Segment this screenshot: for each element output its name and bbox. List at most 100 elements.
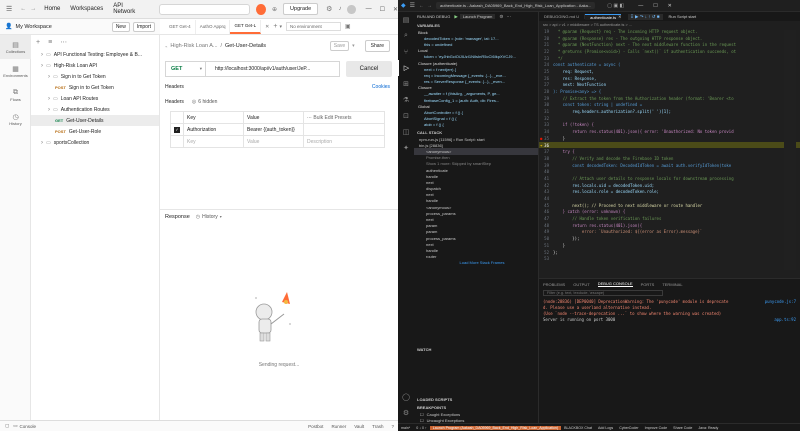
tree-item[interactable]: › ▭ Sign in to Get Token	[31, 71, 159, 82]
settings-icon[interactable]: ⚙	[499, 14, 503, 20]
save-dropdown-icon[interactable]: ▾	[352, 43, 355, 49]
hidden-headers-toggle[interactable]: 6 hidden	[198, 99, 217, 105]
environment-select[interactable]: No environment	[285, 22, 341, 31]
editor-breadcrumb[interactable]: src > api > v1 > middleware > TS authent…	[539, 21, 800, 28]
watch-section-header[interactable]: WATCH	[414, 345, 539, 353]
new-button[interactable]: New	[111, 21, 130, 32]
console-button[interactable]: Console	[20, 424, 309, 429]
nav-api-network[interactable]: API Network	[113, 3, 143, 15]
status-item[interactable]: Share Code	[670, 426, 695, 430]
rail-history[interactable]: ◷ History	[0, 107, 31, 131]
enabled-checkbox[interactable]: ✓	[174, 126, 180, 133]
more-icon[interactable]: ⋯	[307, 115, 312, 121]
cancel-button[interactable]: Cancel	[346, 61, 392, 77]
help-icon[interactable]: ?	[391, 424, 394, 429]
bulk-edit-button[interactable]: Bulk Edit	[313, 115, 333, 121]
save-button[interactable]: Save	[329, 41, 350, 51]
layout-icons[interactable]: ▢ ▣ ◧	[607, 3, 624, 9]
start-debugging-icon[interactable]: ▶	[454, 14, 457, 20]
new-description-cell[interactable]: Description	[303, 135, 385, 148]
vault-button[interactable]: Vault	[354, 424, 364, 429]
more-icon[interactable]: ⋯	[506, 14, 511, 20]
rail-flows[interactable]: ⧉ Flows	[0, 83, 31, 107]
manage-gear-icon[interactable]: ⚙	[398, 405, 414, 421]
maximize-icon[interactable]: ☐	[380, 6, 385, 13]
nav-workspaces[interactable]: Workspaces	[70, 6, 103, 12]
command-center[interactable]: authenticate.ts - Aakash_DA05969_Back_En…	[436, 2, 596, 9]
tabs-overflow-icon[interactable]: ▾	[279, 24, 282, 30]
breadcrumb-parent[interactable]: High-Risk Loan A...	[170, 43, 217, 49]
tree-item[interactable]: POST Get-User-Role	[31, 126, 159, 137]
url-input[interactable]: http://localhost:3000/api/v1/auth/user/J…	[205, 61, 340, 77]
panel-tab[interactable]: PROBLEMS	[543, 282, 565, 287]
avatar[interactable]	[347, 4, 356, 14]
nav-back-icon[interactable]: ←	[419, 3, 424, 9]
tree-item[interactable]: › ▭ Loan API Routes	[31, 93, 159, 104]
run-debug-icon[interactable]: ▷	[398, 60, 414, 76]
code-view[interactable]: 19 * @param {Request} req - The incoming…	[539, 28, 800, 262]
tab-debugging-md[interactable]: DEBUGGING.md U	[539, 14, 586, 19]
status-item[interactable]: Add Logs	[595, 426, 616, 430]
console-filter-input[interactable]: Filter (e.g. text, !exclude, \escape)	[543, 290, 663, 296]
remote-icon[interactable]: ⊡	[398, 108, 414, 124]
header-key-cell[interactable]: Authorization	[183, 123, 244, 136]
add-icon[interactable]: +	[36, 39, 40, 46]
nav-home[interactable]: Home	[44, 6, 60, 12]
header-value-cell[interactable]: Bearer {{auth_token}}	[243, 123, 304, 136]
launch-config-select[interactable]: Launch Program	[459, 14, 496, 19]
response-history-button[interactable]: History	[202, 214, 218, 220]
invite-icon[interactable]: ⊕	[272, 6, 277, 13]
headers-tab[interactable]: Headers	[165, 99, 184, 105]
back-arrow-icon[interactable]: ←	[20, 6, 26, 12]
testing-icon[interactable]: ⚗	[398, 92, 414, 108]
menu-icon[interactable]: ☰	[6, 5, 12, 13]
presets-button[interactable]: Presets	[335, 115, 352, 121]
status-item[interactable]: Java: Ready	[695, 426, 721, 430]
share-button[interactable]: Share	[364, 40, 390, 52]
tab-close-icon[interactable]: ✕	[265, 24, 269, 30]
trash-button[interactable]: Trash	[372, 424, 383, 429]
explorer-icon[interactable]: ▤	[398, 12, 414, 28]
status-item[interactable]: Improve Code	[642, 426, 671, 430]
variables-section-header[interactable]: VARIABLES	[414, 21, 538, 29]
notification-bell-icon[interactable]: ♪	[338, 6, 341, 12]
status-item[interactable]: Launch Program (Aakash_DA05969_Back_End_…	[429, 425, 562, 430]
panel-tab[interactable]: DEBUG CONSOLE	[597, 281, 633, 287]
tree-item[interactable]: › ▭ Authentication Routes	[31, 104, 159, 115]
breakpoints-header[interactable]: BREAKPOINTS	[414, 403, 539, 411]
callstack-section-header[interactable]: CALL STACK	[414, 128, 538, 136]
method-select[interactable]: GET ▾	[165, 61, 205, 77]
copilot-icon[interactable]: ✦	[398, 140, 414, 156]
tree-item[interactable]: › ▭ API Functional Testing: Employee & B..…	[31, 49, 159, 60]
close-icon[interactable]: ✕	[668, 3, 672, 9]
new-value-cell[interactable]: Value	[243, 135, 304, 148]
status-item[interactable]: CyberCoder	[616, 426, 641, 430]
extensions-icon[interactable]: ⊞	[398, 76, 414, 92]
panel-tab[interactable]: OUTPUT	[573, 282, 589, 287]
request-title[interactable]: Get-User-Details	[225, 43, 330, 49]
status-item[interactable]: BLACKBOX Chat	[561, 426, 595, 430]
tree-item[interactable]: GET Get-User-Details	[31, 115, 159, 126]
workspace-name[interactable]: My Workspace	[15, 24, 111, 30]
checkbox[interactable]: ☐	[420, 412, 424, 417]
tree-item[interactable]: › ▭ High-Risk Loan API	[31, 60, 159, 71]
source-control-icon[interactable]: ⑂	[398, 44, 414, 60]
panel-tab[interactable]: PORTS	[641, 282, 655, 287]
menu-icon[interactable]: ☰	[410, 2, 415, 9]
run-script-select[interactable]: Run Script start	[669, 14, 697, 19]
new-key-cell[interactable]: Key	[183, 135, 244, 148]
tab-get-user-details[interactable]: GET Get-L	[230, 19, 262, 34]
console-source-link[interactable]: app.ts:92	[774, 317, 796, 323]
rail-environments[interactable]: ▦ Environments	[0, 59, 31, 83]
rail-collections[interactable]: ▤ Collections	[0, 35, 31, 59]
minimize-icon[interactable]: —	[638, 3, 643, 9]
cookies-link[interactable]: Cookies	[372, 84, 390, 90]
settings-icon[interactable]: ⚙	[326, 5, 332, 13]
postbot-button[interactable]: Postbot	[308, 424, 323, 429]
hide-icon[interactable]: ◎	[192, 99, 196, 105]
search-box[interactable]	[159, 3, 251, 15]
more-icon[interactable]: ⋯	[60, 38, 67, 46]
tab-close-icon[interactable]: ✕	[618, 14, 621, 19]
minimize-icon[interactable]: —	[366, 6, 372, 12]
import-button[interactable]: Import	[132, 21, 155, 32]
